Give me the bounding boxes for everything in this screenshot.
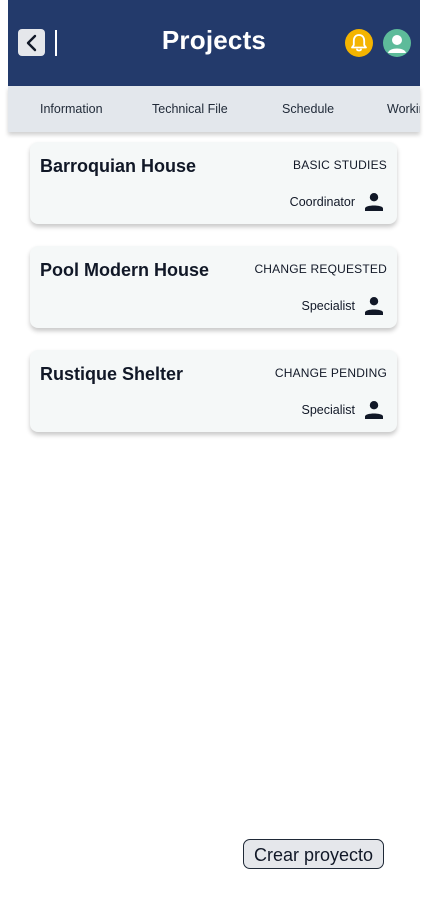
- project-card[interactable]: Rustique Shelter CHANGE PENDING Speciali…: [30, 350, 397, 432]
- notifications-button[interactable]: [345, 29, 373, 57]
- project-card[interactable]: Barroquian House BASIC STUDIES Coordinat…: [30, 142, 397, 224]
- person-icon: [365, 401, 383, 419]
- tab-technical-file[interactable]: Technical File: [152, 102, 228, 116]
- create-project-button[interactable]: Crear proyecto: [243, 839, 384, 869]
- user-avatar-button[interactable]: [383, 29, 411, 57]
- app-header: Projects: [8, 0, 420, 86]
- project-status: BASIC STUDIES: [293, 158, 387, 172]
- tab-schedule[interactable]: Schedule: [282, 102, 334, 116]
- project-card[interactable]: Pool Modern House CHANGE REQUESTED Speci…: [30, 246, 397, 328]
- project-status: CHANGE PENDING: [274, 366, 387, 380]
- tab-information[interactable]: Information: [40, 102, 103, 116]
- person-icon: [365, 297, 383, 315]
- project-name: Rustique Shelter: [40, 364, 184, 384]
- user-avatar-icon: [388, 35, 406, 53]
- person-icon: [365, 193, 383, 211]
- project-name: Barroquian House: [40, 156, 197, 176]
- tab-working[interactable]: Working: [387, 102, 420, 116]
- project-name: Pool Modern House: [40, 260, 210, 280]
- tab-bar: Information Technical File Schedule Work…: [8, 86, 420, 132]
- project-role: Specialist: [301, 403, 356, 417]
- project-role: Specialist: [301, 299, 356, 313]
- project-status: CHANGE REQUESTED: [254, 262, 387, 276]
- bell-icon: [351, 34, 367, 52]
- project-role: Coordinator: [289, 195, 355, 209]
